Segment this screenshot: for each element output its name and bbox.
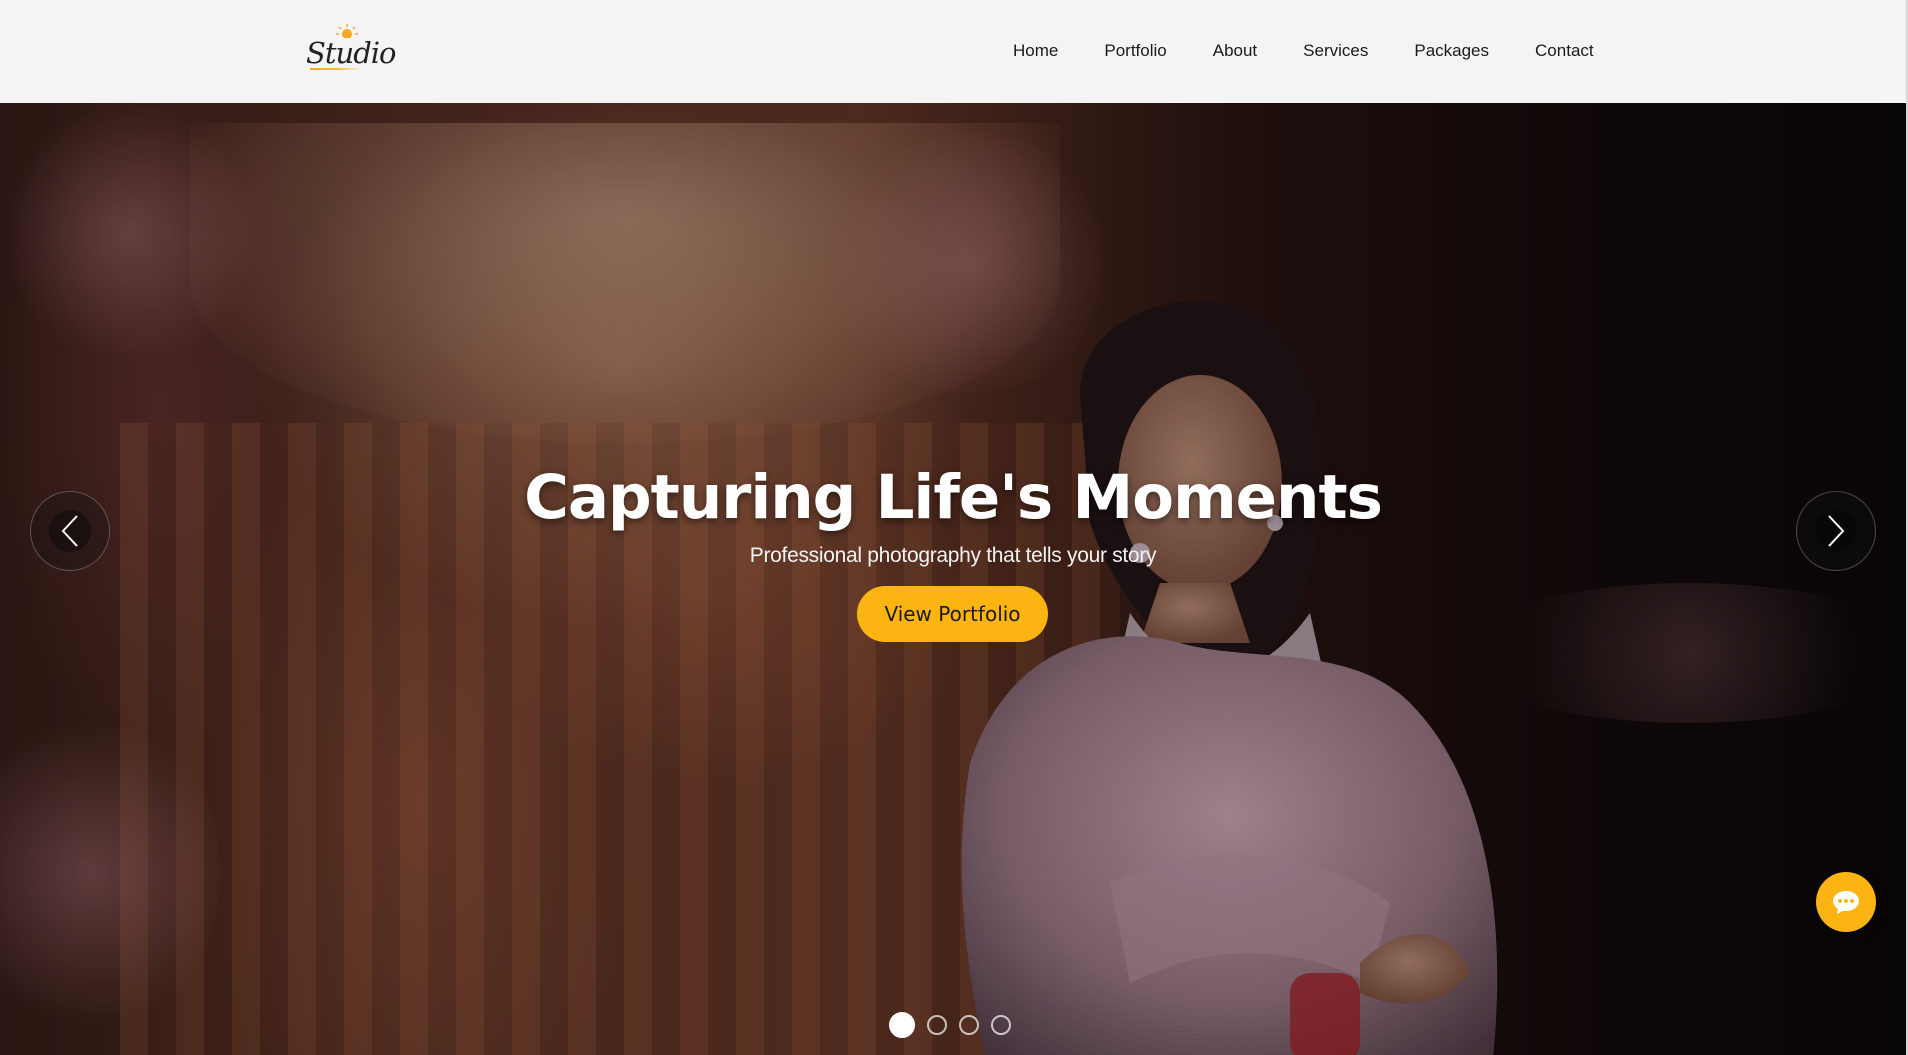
hero-dark-overlay [0,103,1906,1055]
nav-services[interactable]: Services [1303,40,1368,64]
nav-packages[interactable]: Packages [1414,40,1489,64]
view-portfolio-button[interactable]: View Portfolio [857,586,1048,642]
slide-dot-4[interactable] [991,1015,1011,1035]
chevron-left-icon [61,515,78,547]
slide-indicators [889,1012,1011,1038]
navbar: Studio Home Portfolio About Services Pac… [0,0,1906,103]
main-nav: Home Portfolio About Services Packages C… [1013,40,1640,64]
hero-title: Capturing Life's Moments [524,461,1383,533]
logo-underline [310,68,362,70]
hero-slider: Capturing Life's Moments Professional ph… [0,103,1906,1055]
nav-contact[interactable]: Contact [1535,40,1594,64]
slide-dot-2[interactable] [927,1015,947,1035]
chevron-right-icon [1828,515,1845,547]
chat-bubble-icon [1833,891,1859,914]
nav-portfolio[interactable]: Portfolio [1104,40,1166,64]
slide-dot-1[interactable] [889,1012,915,1038]
chat-button[interactable] [1816,872,1876,932]
studio-logo[interactable]: Studio [300,22,396,74]
hero-subtitle: Professional photography that tells your… [749,544,1157,567]
slide-dot-3[interactable] [959,1015,979,1035]
nav-about[interactable]: About [1213,40,1257,64]
logo-text: Studio [306,36,396,70]
nav-home[interactable]: Home [1013,40,1058,64]
next-slide-button[interactable] [1796,491,1876,571]
prev-slide-button[interactable] [30,491,110,571]
